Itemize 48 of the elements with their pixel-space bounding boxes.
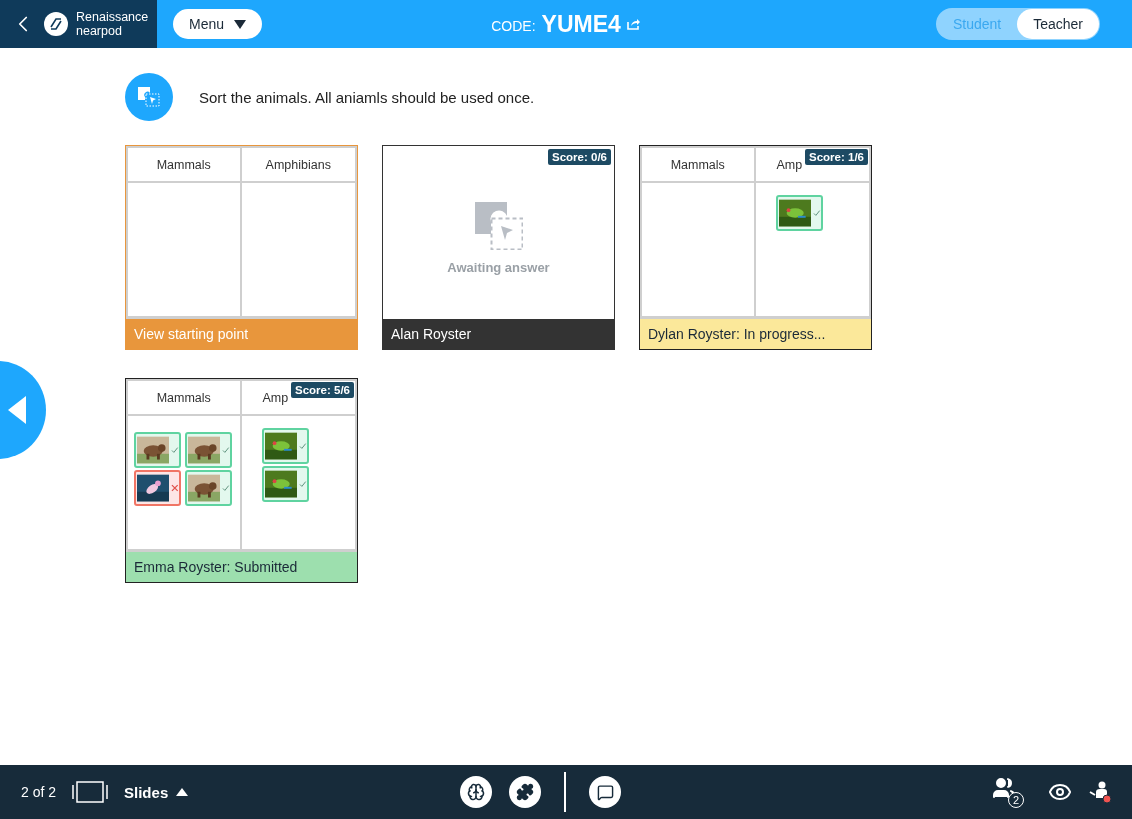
check-icon <box>222 446 230 454</box>
session-code: YUME4 <box>541 10 621 38</box>
score-badge: Score: 1/6 <box>805 149 868 165</box>
left-arrow-icon <box>8 396 26 424</box>
question-text: Sort the animals. All aniamls should be used once. <box>199 88 535 106</box>
column-header: Mammals <box>128 381 242 416</box>
brand-name: Renaissance nearpod <box>76 10 149 38</box>
chat-icon <box>596 783 614 801</box>
score-badge: Score: 0/6 <box>548 149 611 165</box>
drag-drop-icon <box>125 73 173 121</box>
menu-button[interactable]: Menu <box>173 9 262 39</box>
check-icon <box>812 209 821 217</box>
person-alert-button[interactable] <box>1088 780 1112 804</box>
card-footer: Emma Royster: Submitted <box>126 552 357 582</box>
chat-button[interactable] <box>589 776 621 808</box>
code-label: CODE: <box>491 17 536 34</box>
caret-icon <box>234 19 246 29</box>
check-icon <box>171 446 179 454</box>
awaiting-answer-text: Awaiting answer <box>447 260 550 275</box>
slides-icon <box>72 781 109 803</box>
drag-drop-icon <box>474 202 523 250</box>
puzzle-icon <box>516 783 534 801</box>
brain-button[interactable] <box>460 776 492 808</box>
brain-icon <box>467 783 485 801</box>
response-card[interactable]: Score: 0/6 Awaiting answer Alan Royster <box>382 145 615 350</box>
response-card[interactable]: Score: 5/6 Mammals Amp Emma Royster: Submitted <box>125 378 358 583</box>
logo-icon <box>44 12 68 36</box>
person-icon <box>1088 780 1112 804</box>
check-icon <box>298 442 307 450</box>
caret-icon <box>176 788 189 796</box>
share-icon <box>626 18 641 30</box>
card-footer: Dylan Royster: In progress... <box>640 319 871 349</box>
mode-tab[interactable]: Teacher <box>1017 9 1099 39</box>
check-icon <box>222 484 230 492</box>
slide-position: 2 of 2 <box>21 784 57 800</box>
check-icon <box>298 480 307 488</box>
slides-button[interactable]: Slides <box>124 783 189 801</box>
participants-button[interactable]: 2 <box>992 776 1024 808</box>
column-header: Mammals <box>128 148 242 183</box>
response-card[interactable]: Mammals Amphibians View starting point <box>125 145 358 350</box>
column-header: Mammals <box>642 148 756 183</box>
puzzle-button[interactable] <box>509 776 541 808</box>
column-header: Amphibians <box>241 148 355 183</box>
card-footer: View starting point <box>126 319 357 349</box>
card-footer: Alan Royster <box>383 319 614 349</box>
score-badge: Score: 5/6 <box>291 382 354 398</box>
response-card[interactable]: Score: 1/6 Mammals Amp Dylan Royster: In progress... <box>639 145 872 350</box>
cross-icon <box>171 484 179 492</box>
